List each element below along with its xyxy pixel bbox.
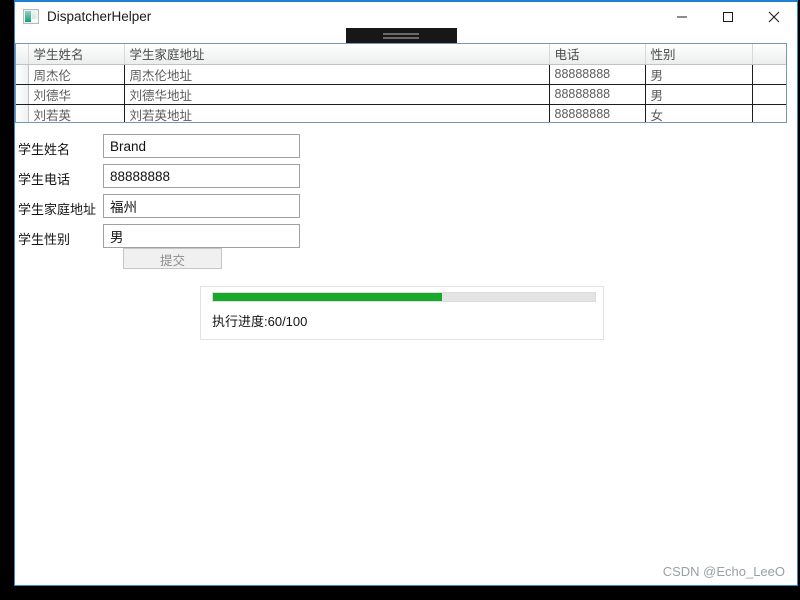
table-body: 周杰伦 周杰伦地址 88888888 男 刘德华 刘德华地址 88888888 … (16, 64, 786, 122)
watermark-text: CSDN @Echo_LeeO (662, 564, 785, 579)
student-form: 学生姓名 学生电话 学生家庭地址 学生性别 (15, 134, 797, 254)
window-title: DispatcherHelper (47, 9, 152, 24)
input-student-gender[interactable] (103, 224, 300, 248)
maximize-button[interactable] (705, 2, 751, 31)
cell-address[interactable]: 刘若英地址 (124, 104, 550, 122)
app-icon-panel-bottom (32, 19, 38, 22)
cell-phone[interactable]: 88888888 (549, 104, 646, 122)
label-student-phone: 学生电话 (18, 172, 71, 187)
cell-name[interactable]: 刘若英 (28, 104, 125, 122)
input-student-name[interactable] (103, 134, 300, 158)
progress-bar (212, 292, 596, 302)
drag-handle-line-top (383, 33, 419, 35)
progress-label: 执行进度:60/100 (212, 314, 308, 329)
form-row-address: 学生家庭地址 (15, 194, 797, 224)
cell-name[interactable]: 刘德华 (28, 84, 125, 105)
cell-gender[interactable]: 男 (645, 64, 753, 85)
form-row-phone: 学生电话 (15, 164, 797, 194)
column-header-gender[interactable]: 性别 (645, 44, 753, 65)
application-window: DispatcherHelper 学生姓名 学生家庭地址 电话 性别 周杰伦 周… (14, 0, 798, 586)
cell-gender[interactable]: 女 (645, 104, 753, 122)
column-header-blank[interactable] (752, 44, 786, 65)
cell-blank[interactable] (752, 104, 786, 122)
label-student-name: 学生姓名 (18, 142, 71, 157)
form-row-name: 学生姓名 (15, 134, 797, 164)
row-header-cell[interactable] (16, 104, 29, 122)
input-student-address[interactable] (103, 194, 300, 218)
cell-blank[interactable] (752, 84, 786, 105)
progress-bar-fill (213, 293, 443, 301)
cell-address[interactable]: 周杰伦地址 (124, 64, 550, 85)
row-header-cell[interactable] (16, 64, 29, 85)
table-row[interactable]: 刘德华 刘德华地址 88888888 男 (16, 84, 786, 105)
close-button[interactable] (751, 2, 797, 31)
row-header-cell[interactable] (16, 84, 29, 105)
progress-panel: 执行进度:60/100 (200, 286, 604, 340)
minimize-button[interactable] (659, 2, 705, 31)
table-corner-header[interactable] (16, 44, 29, 65)
label-student-address: 学生家庭地址 (18, 202, 97, 217)
student-table-element: 学生姓名 学生家庭地址 电话 性别 周杰伦 周杰伦地址 88888888 男 刘… (16, 44, 786, 122)
app-icon-panel-left (25, 11, 31, 22)
submit-button[interactable]: 提交 (123, 248, 222, 269)
cell-phone[interactable]: 88888888 (549, 64, 646, 85)
maximize-icon (723, 11, 733, 22)
minimize-icon (677, 16, 687, 17)
label-student-gender: 学生性别 (18, 232, 71, 247)
table-row[interactable]: 周杰伦 周杰伦地址 88888888 男 (16, 64, 786, 85)
cell-address[interactable]: 刘德华地址 (124, 84, 550, 105)
cell-name[interactable]: 周杰伦 (28, 64, 125, 85)
student-table[interactable]: 学生姓名 学生家庭地址 电话 性别 周杰伦 周杰伦地址 88888888 男 刘… (15, 43, 787, 123)
app-icon-panel-right (32, 11, 36, 19)
cell-gender[interactable]: 男 (645, 84, 753, 105)
cell-phone[interactable]: 88888888 (549, 84, 646, 105)
floating-dark-bar[interactable] (346, 28, 457, 43)
column-header-name[interactable]: 学生姓名 (28, 44, 125, 65)
column-header-phone[interactable]: 电话 (549, 44, 646, 65)
table-header: 学生姓名 学生家庭地址 电话 性别 (16, 44, 786, 65)
input-student-phone[interactable] (103, 164, 300, 188)
table-row[interactable]: 刘若英 刘若英地址 88888888 女 (16, 104, 786, 122)
drag-handle-line-bottom (383, 37, 419, 39)
close-icon (768, 11, 780, 22)
table-header-row: 学生姓名 学生家庭地址 电话 性别 (16, 44, 786, 65)
column-header-address[interactable]: 学生家庭地址 (124, 44, 550, 65)
cell-blank[interactable] (752, 64, 786, 85)
app-icon (23, 9, 39, 24)
